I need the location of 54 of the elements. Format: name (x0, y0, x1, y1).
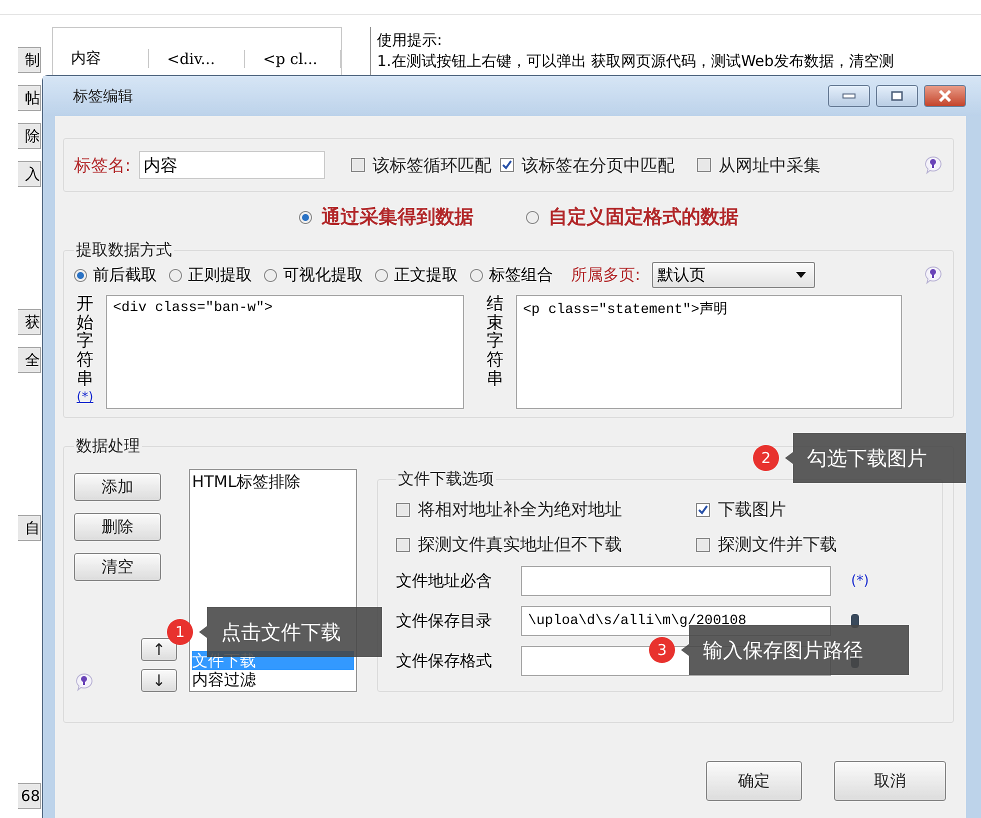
side-button[interactable]: 制 (18, 47, 41, 73)
action-button[interactable]: 清空 (74, 553, 161, 581)
action-button[interactable]: 添加 (74, 473, 161, 501)
tag-name-field[interactable]: 内容 (138, 151, 325, 179)
field-label: 文件保存格式 (396, 650, 493, 672)
field-label: 文件保存目录 (396, 610, 493, 632)
side-button[interactable]: 获 (18, 309, 41, 335)
list-item[interactable]: 内容过滤 (192, 670, 354, 689)
list-item[interactable]: HTML标签排除 (192, 472, 354, 491)
window-title: 标签编辑 (73, 86, 134, 106)
side-button[interactable]: 帖 (18, 85, 41, 111)
radio-option[interactable]: 自定义固定格式的数据 (526, 204, 738, 230)
side-button[interactable]: 除 (18, 123, 41, 149)
page-select[interactable]: 默认页 (652, 262, 816, 288)
radio-option[interactable]: 前后截取 (74, 264, 157, 286)
radio-option[interactable]: 标签组合 (470, 264, 553, 286)
group-title: 文件下载选项 (397, 469, 495, 490)
group-title: 提取数据方式 (75, 240, 173, 261)
side-button[interactable]: 入 (18, 161, 41, 187)
hint-text: 1.在测试按钮上右键，可以弹出 获取网页源代码，测试Web发布数据，清空测 (377, 52, 894, 71)
checkbox[interactable]: 将相对地址补全为绝对地址 (396, 498, 696, 521)
end-string-label: 结束字符串 (486, 295, 504, 388)
end-string-field[interactable]: <p class="statement">声明 (516, 295, 902, 409)
table-cell: <div... (149, 50, 245, 68)
checkbox[interactable]: 探测文件真实地址但不下载 (396, 533, 696, 556)
side-button[interactable]: 68 (18, 783, 41, 809)
cancel-button[interactable]: 取消 (834, 761, 946, 801)
checkbox[interactable]: 该标签在分页中匹配 (500, 154, 675, 176)
table-cell: 内容 (53, 49, 149, 68)
checkbox[interactable]: 探测文件并下载 (696, 533, 928, 556)
side-button[interactable]: 自 (18, 515, 41, 541)
radio-option[interactable]: 通过采集得到数据 (298, 204, 474, 230)
hint-title: 使用提示: (377, 31, 444, 50)
callout-tooltip: 勾选下载图片 (785, 433, 966, 483)
field-label: 文件地址必含 (396, 570, 493, 592)
start-string-label: 开始字符串 (76, 295, 94, 388)
group-title: 数据处理 (75, 436, 141, 457)
start-string-field[interactable]: <div class="ban-w"> (106, 295, 464, 409)
radio-option[interactable]: 正则提取 (169, 264, 252, 286)
wildcard-link[interactable]: (*) (851, 573, 869, 589)
checkbox[interactable]: 该标签循环匹配 (350, 154, 492, 176)
checkbox[interactable]: 下载图片 (696, 498, 928, 521)
radio-option[interactable]: 正文提取 (375, 264, 458, 286)
wildcard-link[interactable]: (*) (76, 390, 94, 406)
action-button[interactable]: 删除 (74, 513, 161, 541)
checkbox[interactable]: 从网址中采集 (696, 154, 821, 176)
side-button[interactable]: 全 (18, 347, 41, 373)
tag-name-label: 标签名: (74, 154, 131, 176)
table-cell: <p cl... (245, 50, 341, 68)
move-button[interactable]: ↓ (141, 669, 177, 692)
page-label: 所属多页: (571, 264, 640, 286)
move-button[interactable]: ↑ (141, 638, 177, 661)
radio-option[interactable]: 可视化提取 (264, 264, 363, 286)
ok-button[interactable]: 确定 (706, 761, 802, 801)
